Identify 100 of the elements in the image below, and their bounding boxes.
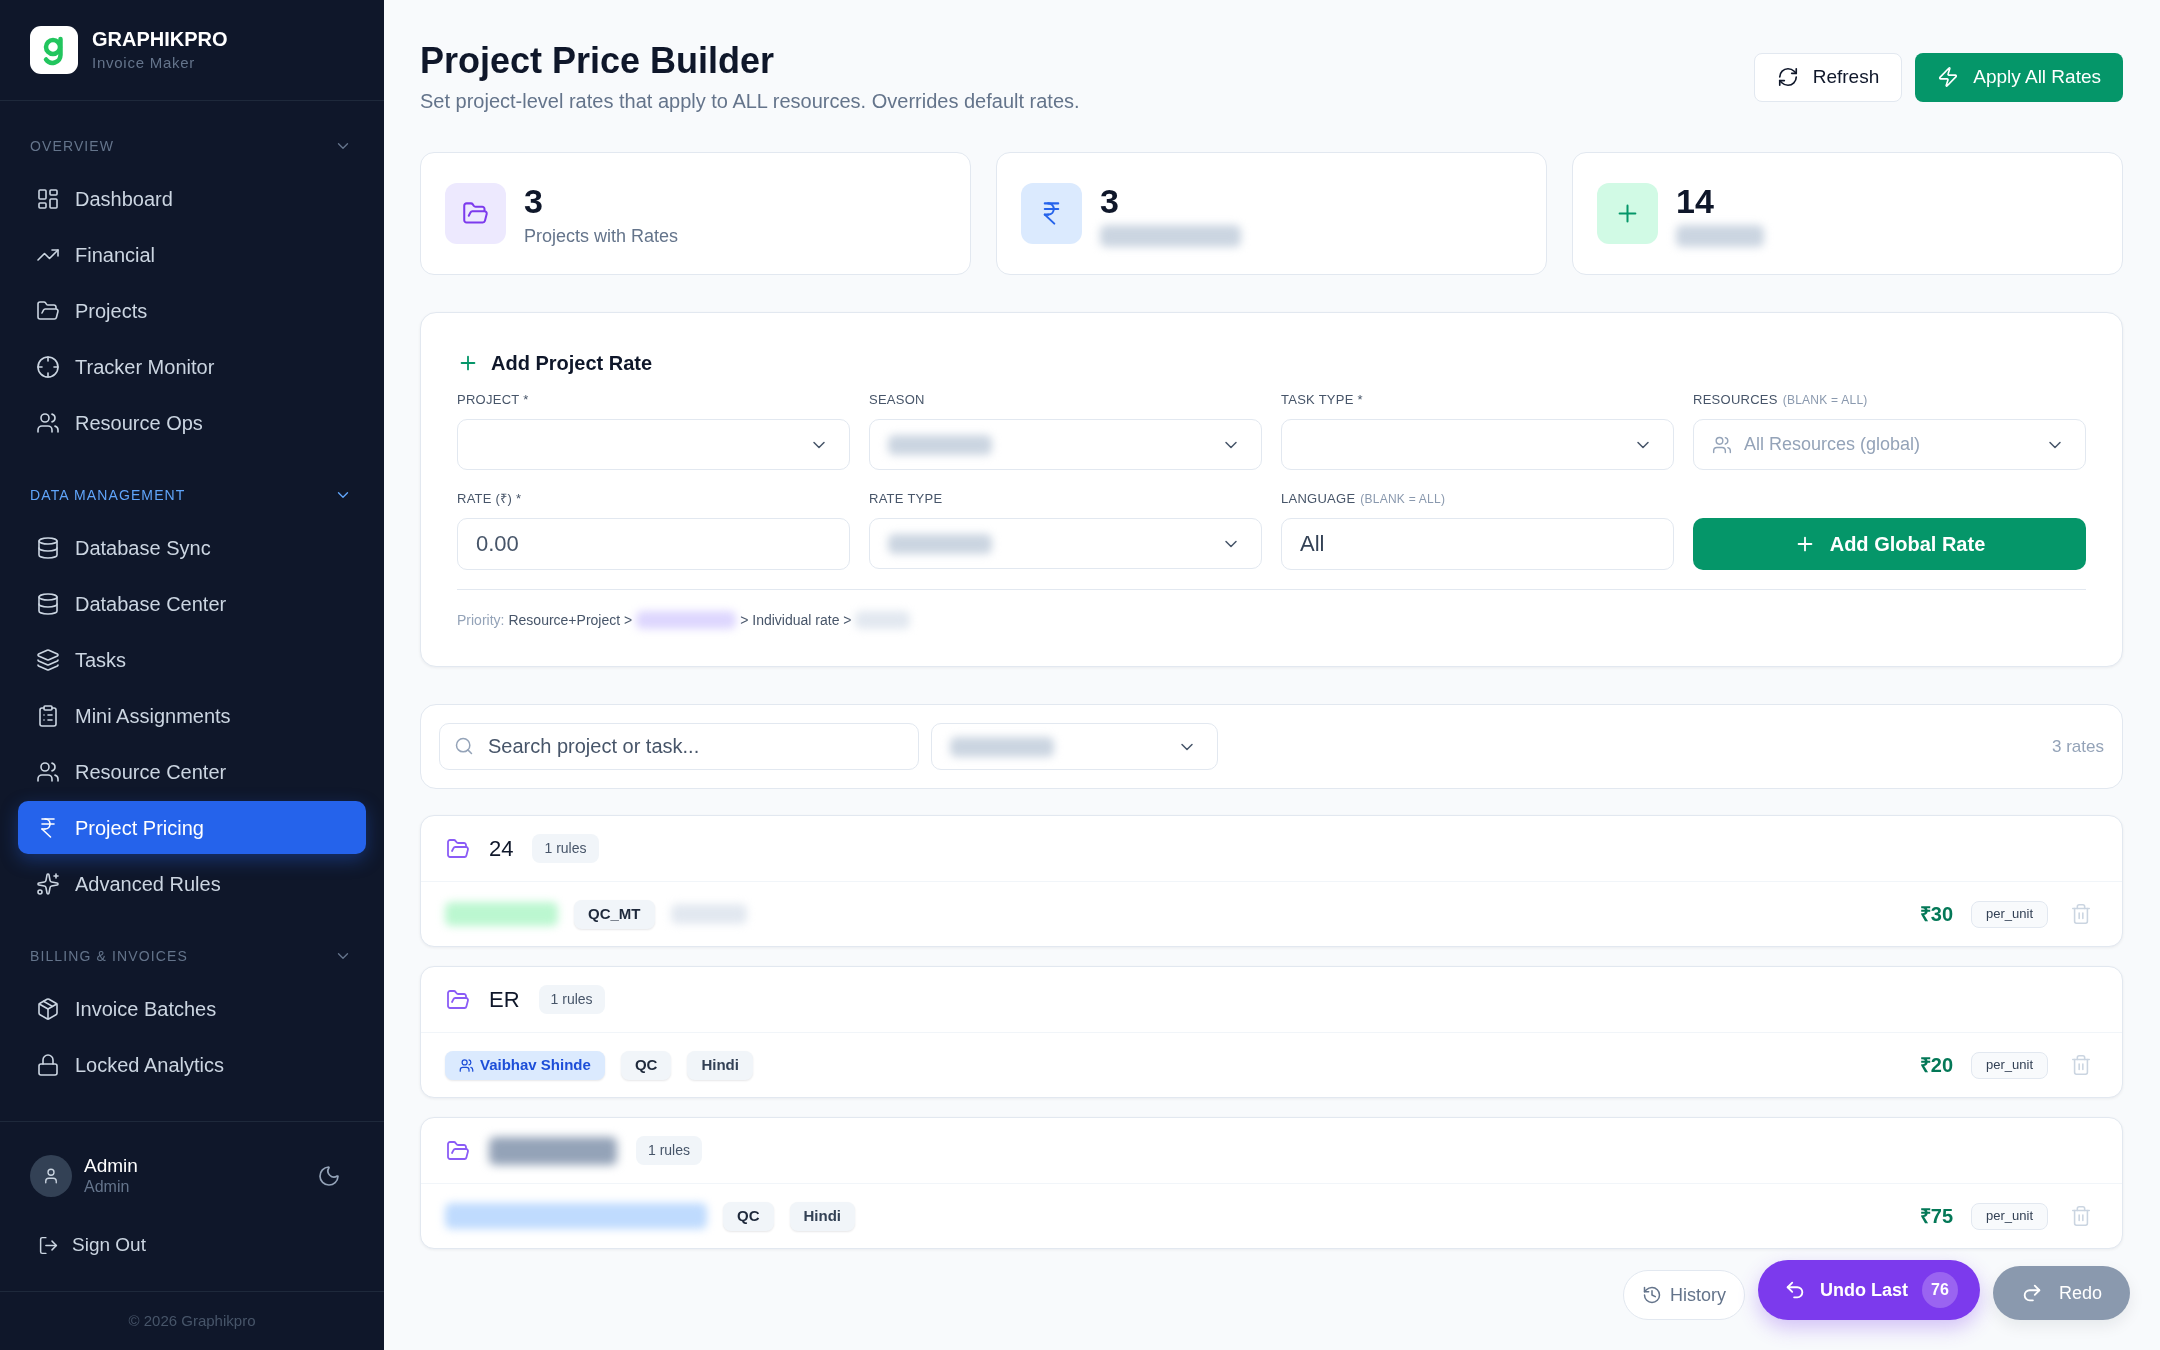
rate-amount: ₹20 — [1919, 1053, 1953, 1078]
page-title: Project Price Builder — [420, 39, 776, 83]
task-tag: QC — [723, 1201, 774, 1231]
sidebar-item[interactable]: Resource Ops — [18, 396, 366, 449]
history-button[interactable]: History — [1622, 1270, 1745, 1320]
field-label: RATE (₹) * — [457, 490, 522, 508]
avatar-icon — [30, 1154, 72, 1197]
sign-out-button[interactable]: Sign Out — [38, 1233, 146, 1257]
sidebar-item[interactable]: Projects — [18, 284, 366, 337]
sidebar-item[interactable]: Dashboard — [18, 172, 366, 225]
dropdown[interactable] — [1281, 419, 1674, 470]
sidebar-item[interactable]: Advanced Rules — [18, 857, 366, 910]
clipboard-icon — [36, 703, 60, 728]
stat-value: 14 — [1676, 180, 1715, 221]
section-header[interactable]: BILLING & INVOICES — [18, 944, 366, 968]
rate-amount: ₹75 — [1919, 1204, 1953, 1229]
sparkles-icon — [36, 871, 60, 896]
rupee-icon — [1021, 183, 1082, 244]
tag-text: Vaibhav Shinde — [480, 1054, 591, 1075]
brand-name: GRAPHIKPRO — [92, 27, 228, 51]
language-tag: Hindi — [687, 1050, 753, 1080]
refresh-icon — [1776, 66, 1799, 88]
refresh-button[interactable]: Refresh — [1753, 52, 1903, 102]
field-label: TASK TYPE * — [1281, 391, 1363, 409]
sidebar-item[interactable]: Locked Analytics — [18, 1038, 366, 1091]
form-title: Add Project Rate — [491, 351, 653, 376]
sidebar-item[interactable]: Tasks — [18, 633, 366, 686]
brand-tagline: Invoice Maker — [92, 53, 197, 73]
apply-rates-button[interactable]: Apply All Rates — [1915, 52, 2123, 102]
rate-count: 3 rates — [2052, 735, 2104, 758]
package-icon — [36, 996, 60, 1021]
field-label: SEASON — [869, 391, 925, 409]
folder-icon — [446, 987, 470, 1012]
group-name: 24 — [489, 835, 514, 863]
trash-icon[interactable] — [2070, 1205, 2092, 1227]
database-icon — [36, 591, 60, 616]
rate-amount: ₹30 — [1919, 902, 1953, 927]
section-header[interactable]: OVERVIEW — [18, 134, 366, 158]
users-icon — [36, 759, 60, 784]
dropdown[interactable] — [869, 419, 1262, 470]
folder-icon — [446, 1138, 470, 1163]
trash-icon[interactable] — [2070, 1054, 2092, 1076]
dropdown[interactable] — [457, 419, 850, 470]
rule-count: 1 rules — [636, 1136, 703, 1165]
field-label: LANGUAGE — [1281, 490, 1356, 508]
sidebar-item[interactable]: Tracker Monitor — [18, 340, 366, 393]
crosshair-icon — [36, 354, 60, 379]
database-icon — [36, 535, 60, 560]
field-hint: (BLANK = ALL) — [1782, 392, 1868, 409]
layers-icon — [36, 647, 60, 672]
grid-icon — [36, 186, 60, 211]
users-icon — [1712, 434, 1732, 455]
undo-button[interactable]: Undo Last 76 — [1757, 1260, 1980, 1320]
rule-count: 1 rules — [538, 985, 605, 1014]
stat-label: Projects with Rates — [524, 224, 679, 247]
sidebar-item[interactable]: Invoice Batches — [18, 982, 366, 1035]
add-rate-button[interactable]: Add Global Rate — [1693, 518, 2086, 570]
plus-icon — [1597, 183, 1658, 244]
moon-icon[interactable] — [317, 1163, 341, 1188]
sidebar-item[interactable]: Project Pricing — [18, 801, 366, 854]
sidebar-item[interactable]: Resource Center — [18, 745, 366, 798]
priority-label: Priority: — [457, 611, 505, 630]
lock-icon — [36, 1052, 60, 1077]
copyright-text: © 2026 Graphikpro — [128, 1310, 256, 1331]
folder-icon — [446, 836, 470, 861]
folder-icon — [36, 298, 60, 323]
field-label: RESOURCES — [1693, 391, 1778, 409]
sidebar-item[interactable]: Mini Assignments — [18, 689, 366, 742]
page-subtitle: Set project-level rates that apply to ALL resources. Overrides default rates. — [420, 89, 1080, 114]
task-tag: QC_MT — [574, 899, 655, 929]
text-input[interactable]: 0.00 — [457, 518, 850, 570]
sidebar-item[interactable]: Database Sync — [18, 521, 366, 574]
logo-icon — [30, 26, 78, 74]
sign-out-icon — [38, 1234, 59, 1256]
rule-count: 1 rules — [532, 834, 599, 863]
user-name: Admin — [84, 1154, 138, 1177]
sidebar-item[interactable]: Database Center — [18, 577, 366, 630]
rate-unit: per_unit — [1971, 1051, 2048, 1079]
history-icon — [1641, 1285, 1662, 1305]
priority-step: > Individual rate > — [740, 610, 852, 630]
search-field[interactable]: Search project or task... — [439, 723, 919, 770]
sidebar-item[interactable]: Financial — [18, 228, 366, 281]
section-header[interactable]: DATA MANAGEMENT — [18, 483, 366, 507]
trash-icon[interactable] — [2070, 903, 2092, 925]
folder-icon — [445, 183, 506, 244]
text-input[interactable]: All — [1281, 518, 1674, 570]
users-icon — [36, 410, 60, 435]
user-role: Admin — [84, 1177, 131, 1197]
field-label: PROJECT * — [457, 391, 529, 409]
dropdown[interactable] — [869, 518, 1262, 569]
priority-step: Resource+Project > — [508, 610, 633, 630]
users-icon — [459, 1057, 474, 1073]
group-name: ER — [489, 986, 520, 1014]
language-tag: Hindi — [789, 1201, 855, 1231]
stat-value: 3 — [524, 180, 544, 221]
task-tag: QC — [620, 1050, 672, 1080]
dropdown[interactable] — [931, 723, 1218, 770]
lightning-icon — [1937, 66, 1960, 88]
stat-value: 3 — [1100, 180, 1120, 221]
search-icon — [454, 736, 474, 756]
